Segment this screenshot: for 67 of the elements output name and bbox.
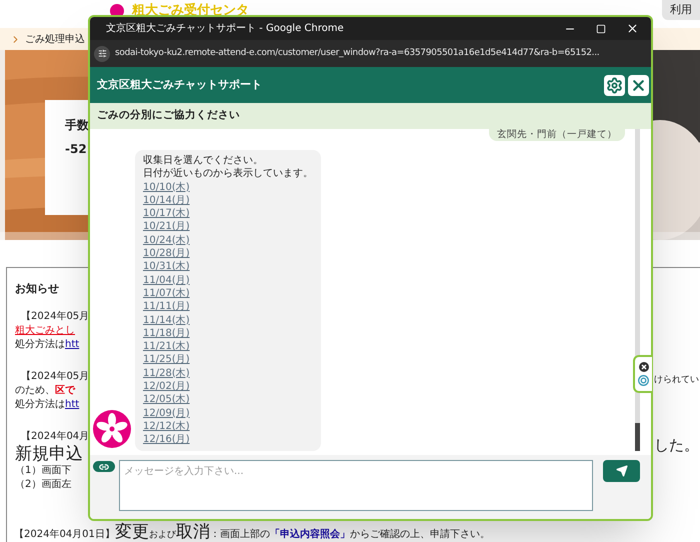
notice-bar-text: ごみの分別にご協力ください [97,108,240,124]
link-icon[interactable] [93,461,115,472]
breadcrumb[interactable]: ごみ処理申込 [25,32,85,46]
settings-button[interactable] [604,74,625,96]
notice-text: 変更 [114,522,149,542]
notice-text: ：画面上部の [210,528,270,542]
notice-text: 処分方法は [15,338,65,352]
notice-text: 【2024年04月 [21,430,90,444]
notice-text: した。 [654,434,699,456]
close-button[interactable] [628,74,649,96]
notice-text: （2）画面左 [15,478,72,492]
date-link[interactable]: 10/10(木) [143,180,190,194]
date-link[interactable]: 12/02(月) [143,380,190,394]
message-text: 日付が近いものから表示しています。 [143,167,313,181]
close-icon[interactable] [626,22,639,35]
card-text: -52 [65,141,87,158]
date-link[interactable]: 11/11(月) [143,300,190,314]
notice-text: 【2024年05月 [21,370,90,384]
gear-icon [606,76,623,94]
notice-text: 新規申込 [15,444,83,464]
date-link[interactable]: 10/14(月) [143,194,190,208]
url-text[interactable]: sodai-tokyo-ku2.remote-attend-e.com/customer/user_window?ra-a=6357905501a16e1d5e414d77&ra-b=65152... [115,46,600,60]
sliders-icon [98,49,106,58]
date-link[interactable]: 11/21(木) [143,340,190,354]
avatar-flower-icon [93,410,131,448]
date-link[interactable]: 12/05(木) [143,393,190,407]
date-link[interactable]: 12/09(月) [143,406,190,420]
notice-heading: お知らせ [15,282,59,296]
site-settings-icon[interactable] [94,46,110,62]
date-link[interactable]: 10/17(木) [143,207,190,220]
notice-text: 粗大ごみとし [15,324,75,338]
date-link[interactable]: 10/24(木) [143,234,190,248]
date-link[interactable]: 10/21(月) [143,220,190,234]
notice-text: のため、区で [15,384,75,398]
card-text: 手数 [65,117,89,134]
notice-text: 【2024年05月 [21,310,90,324]
maximize-icon[interactable] [596,24,606,34]
chain-icon [99,462,109,472]
notice-text: 取消 [176,522,210,542]
notice-text: 処分方法は [15,398,65,412]
notice-text: けられてい [654,374,699,387]
send-button[interactable] [603,460,640,482]
date-link[interactable]: 11/18(月) [143,326,190,340]
paper-plane-icon [616,465,628,477]
notice-text: 【2024年04月01日】 [14,528,115,542]
notice-text: からご確認の上、申請下さい。 [350,528,490,542]
date-link[interactable]: 11/04(月) [143,274,190,287]
date-link[interactable]: 11/14(木) [143,314,190,327]
window-title: 文京区粗大ごみチャットサポート - Google Chrome [106,22,344,36]
link[interactable]: 「申込内容照会」 [270,527,350,542]
chat-title: 文京区粗大ごみチャットサポート [97,76,262,93]
top-button[interactable]: 利用 [662,0,700,20]
date-link[interactable]: 10/28(月) [143,247,190,260]
notice-text: および [148,530,176,542]
message-text: 収集日を選んでください。 [143,154,263,168]
notice-text: （1）画面下 [15,464,72,478]
close-circle-icon[interactable] [638,362,648,372]
date-link[interactable]: 12/12(木) [143,420,190,434]
date-link[interactable]: 11/07(木) [143,286,190,300]
user-message: 玄関先・門前（一戸建て） [489,129,625,141]
date-link[interactable]: 10/31(木) [143,260,190,274]
date-link[interactable]: 11/25(月) [143,353,190,367]
link[interactable]: htt [65,338,80,352]
message-field[interactable]: メッセージを入力下さい... [119,460,593,511]
link[interactable]: htt [65,398,80,412]
date-link[interactable]: 11/28(木) [143,366,190,380]
date-link[interactable]: 12/16(月) [143,433,190,447]
